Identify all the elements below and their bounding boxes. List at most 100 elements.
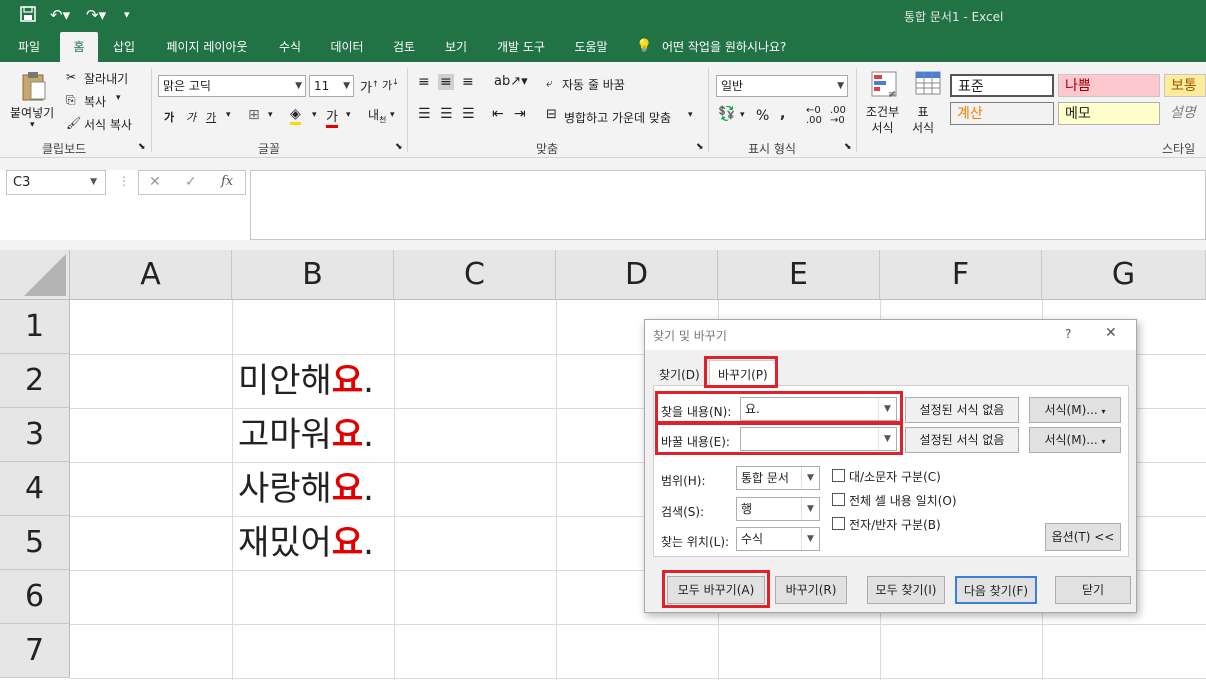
replace-format-button[interactable]: 서식(M)... ▾ [1029,427,1121,453]
fill-dropdown-icon[interactable]: ▾ [312,110,317,120]
merge-center-button[interactable]: 병합하고 가운데 맞춤 [564,109,671,126]
underline-dropdown-icon[interactable]: ▾ [226,110,231,120]
align-middle-icon[interactable]: ≡ [438,74,454,90]
column-header-c[interactable]: C [394,250,556,300]
tab-view[interactable]: 보기 [436,32,476,62]
save-icon[interactable] [20,6,36,26]
style-note[interactable]: 메모 [1058,102,1160,125]
tab-review[interactable]: 검토 [384,32,424,62]
format-table-button[interactable]: 표 서식 [912,104,934,136]
row-header-1[interactable]: 1 [0,300,70,354]
currency-dropdown-icon[interactable]: ▾ [740,110,745,120]
underline-button[interactable]: 가 [206,109,216,125]
tab-find[interactable]: 찾기(D) [659,366,700,383]
style-explanatory[interactable]: 설명 [1164,102,1206,125]
help-icon[interactable]: ? [1065,327,1071,341]
column-header-b[interactable]: B [232,250,394,300]
find-next-button[interactable]: 다음 찾기(F) [955,576,1037,604]
align-top-icon[interactable]: ≡ [418,74,430,90]
border-dropdown-icon[interactable]: ▾ [268,110,273,120]
comma-button[interactable]: , [780,106,785,122]
align-left-icon[interactable]: ☰ [418,106,431,122]
alignment-launcher-icon[interactable]: ⬊ [696,142,704,152]
close-dialog-button[interactable]: 닫기 [1055,576,1131,604]
column-header-f[interactable]: F [880,250,1042,300]
bold-button[interactable]: 가 [164,109,174,125]
merge-dropdown-icon[interactable]: ▾ [688,110,693,120]
copy-button[interactable]: 복사 [84,93,106,110]
chevron-down-icon[interactable]: ▼ [801,498,819,520]
within-select[interactable]: 통합 문서 ▼ [736,466,820,490]
font-size-combo[interactable]: 11 ▼ [309,75,354,97]
phonetic-icon[interactable]: 내천 [368,106,386,125]
merge-center-icon[interactable]: ⊟ [546,107,557,122]
look-in-select[interactable]: 수식 ▼ [736,527,820,551]
wrap-text-icon[interactable]: ⤶ [546,76,553,91]
font-color-icon[interactable]: 가 [326,106,338,128]
currency-icon[interactable]: 💱 [718,106,735,122]
formula-input[interactable] [250,170,1206,240]
align-bottom-icon[interactable]: ≡ [462,74,474,90]
style-bad[interactable]: 나쁨 [1058,74,1160,97]
undo-icon[interactable]: ↶▾ [50,6,70,24]
increase-decimal-icon[interactable]: ←0.00 [806,106,822,126]
insert-function-icon[interactable]: fx [221,174,233,189]
wrap-text-button[interactable]: 자동 줄 바꿈 [562,76,625,93]
style-neutral[interactable]: 보통 [1164,74,1206,97]
copy-icon[interactable]: ⎘ [66,93,76,108]
format-painter-button[interactable]: 서식 복사 [84,116,132,133]
tab-page-layout[interactable]: 페이지 레이아웃 [156,32,258,62]
match-entire-checkbox[interactable] [832,493,845,506]
find-all-button[interactable]: 모두 찾기(I) [867,576,945,604]
cell-b3[interactable]: 고마워요. [238,408,374,462]
close-icon[interactable]: ✕ [1105,325,1117,341]
search-select[interactable]: 행 ▼ [736,497,820,521]
cell-b4[interactable]: 사랑해요. [238,462,374,516]
column-header-d[interactable]: D [556,250,718,300]
decrease-decimal-icon[interactable]: .00 →0 [830,106,846,126]
fill-color-icon[interactable]: ◈ [290,106,301,125]
number-format-combo[interactable]: 일반 ▼ [716,75,848,97]
tab-data[interactable]: 데이터 [322,32,372,62]
match-case-checkbox[interactable] [832,469,845,482]
border-icon[interactable]: ⊞ [248,107,260,123]
align-right-icon[interactable]: ☰ [462,106,475,122]
tab-formulas[interactable]: 수식 [270,32,310,62]
decrease-indent-icon[interactable]: ⇤ [492,106,504,122]
replace-button[interactable]: 바꾸기(R) [775,576,847,604]
increase-indent-icon[interactable]: ⇥ [514,106,526,122]
cell-b2[interactable]: 미안해요. [238,354,374,408]
style-calculation[interactable]: 계산 [950,102,1054,125]
cancel-icon[interactable]: ✕ [149,174,161,190]
chevron-down-icon[interactable]: ▼ [801,467,819,489]
copy-dropdown-icon[interactable]: ▾ [116,93,121,103]
match-width-checkbox[interactable] [832,517,845,530]
options-button[interactable]: 옵션(T) << [1045,523,1121,551]
tab-file[interactable]: 파일 [10,32,48,62]
font-launcher-icon[interactable]: ⬊ [395,142,403,152]
row-header-4[interactable]: 4 [0,462,70,516]
customize-qat-icon[interactable]: ▾ [124,8,130,21]
tell-me-box[interactable]: 어떤 작업을 원하시나요? [662,32,802,62]
decrease-font-icon[interactable]: 가↓ [382,77,399,93]
tab-help[interactable]: 도움말 [566,32,616,62]
find-format-button[interactable]: 서식(M)... ▾ [1029,397,1121,423]
column-header-e[interactable]: E [718,250,880,300]
paste-dropdown-icon[interactable]: ▾ [30,120,35,130]
chevron-down-icon[interactable]: ▼ [801,528,819,550]
tab-developer[interactable]: 개발 도구 [488,32,554,62]
row-header-7[interactable]: 7 [0,624,70,678]
scissors-icon[interactable]: ✂ [66,70,76,84]
paste-icon[interactable] [20,70,48,102]
column-header-a[interactable]: A [70,250,232,300]
phonetic-dropdown-icon[interactable]: ▾ [390,110,395,120]
cell-b5[interactable]: 재밌어요. [238,516,374,570]
column-header-g[interactable]: G [1042,250,1206,300]
italic-button[interactable]: 가 [186,109,196,125]
increase-font-icon[interactable]: 가↑ [360,77,379,96]
cut-button[interactable]: 잘라내기 [84,70,128,87]
format-painter-icon[interactable]: 🖌 [66,116,81,130]
name-box[interactable]: C3 ▼ [6,170,106,195]
align-center-icon[interactable]: ☰ [440,106,453,122]
row-header-3[interactable]: 3 [0,408,70,462]
